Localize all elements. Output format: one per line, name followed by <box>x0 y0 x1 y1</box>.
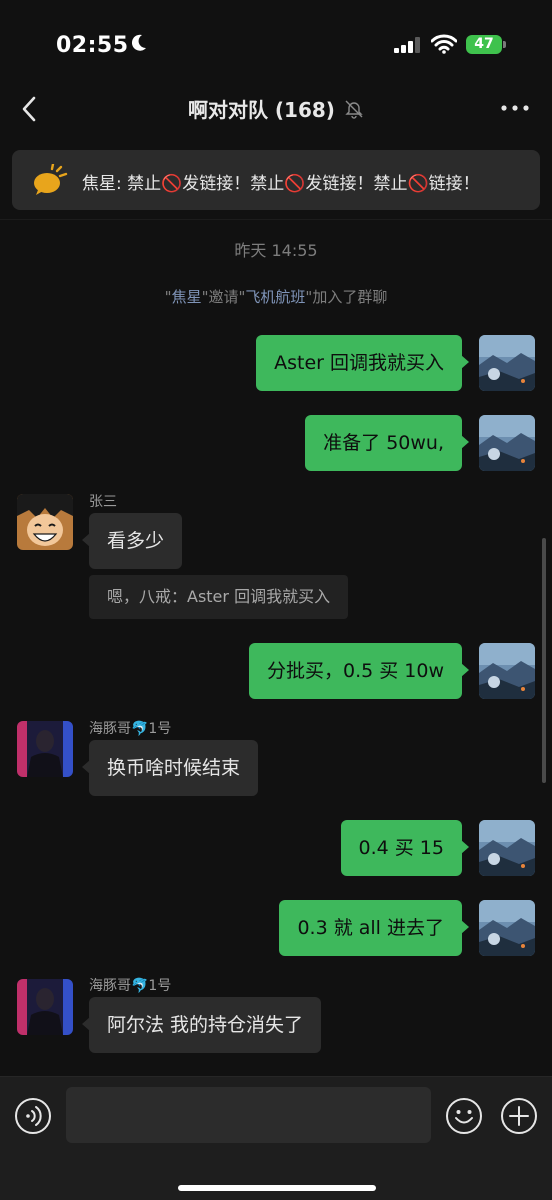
home-indicator <box>178 1185 376 1191</box>
sender-name: 海豚哥🐬1号 <box>89 978 172 994</box>
dark-avatar-image <box>17 721 73 777</box>
outgoing-bubble[interactable]: 0.3 就 all 进去了 <box>279 900 469 956</box>
chat-scrollbar[interactable] <box>542 538 546 783</box>
pinned-announcement[interactable]: 焦星: 禁止🚫发链接！禁止🚫发链接！禁止🚫链接！ <box>12 150 540 210</box>
landscape-avatar-image <box>479 643 535 699</box>
landscape-avatar-image <box>479 335 535 391</box>
landscape-avatar-image <box>479 900 535 956</box>
more-icon[interactable] <box>500 104 530 112</box>
message-input[interactable] <box>66 1087 431 1143</box>
nav-title-wrap: 啊对对队 (168) <box>0 94 552 124</box>
chat-title: 啊对对队 (168) <box>187 98 335 122</box>
user-avatar[interactable] <box>17 721 73 777</box>
nav-bar: 啊对对队 (168) <box>0 80 552 138</box>
quoted-reply[interactable]: 嗯，八戒：Aster 回调我就买入 <box>89 575 349 619</box>
system-message: "焦星"邀请"飞机航班"加入了群聊 <box>0 286 552 307</box>
wifi-icon <box>431 34 457 54</box>
user-avatar[interactable] <box>17 494 73 550</box>
input-bar <box>0 1076 552 1200</box>
system-tail: "加入了群聊 <box>305 288 388 306</box>
status-bar: 02:55 47 <box>0 0 552 80</box>
incoming-bubble[interactable]: 阿尔法 我的持仓消失了 <box>81 997 322 1053</box>
timestamp: 昨天 14:55 <box>234 241 318 260</box>
landscape-avatar-image <box>479 415 535 471</box>
emoji-icon[interactable] <box>445 1097 483 1135</box>
system-quote-open: " <box>164 288 172 306</box>
status-time: 02:55 <box>56 33 129 58</box>
announcement-icon <box>34 164 68 195</box>
voice-icon[interactable] <box>14 1097 52 1135</box>
sender-name: 张三 <box>89 494 117 510</box>
moon-icon <box>131 34 146 51</box>
landscape-avatar-image <box>479 820 535 876</box>
my-avatar[interactable] <box>479 643 535 699</box>
mute-icon <box>345 100 363 119</box>
chat-area[interactable]: 昨天 14:55 "焦星"邀请"飞机航班"加入了群聊 Aster 回调我就买入 … <box>0 220 552 1076</box>
system-inviter[interactable]: 焦星 <box>172 288 202 306</box>
incoming-bubble[interactable]: 换币啥时候结束 <box>81 740 259 796</box>
system-mid: "邀请" <box>201 288 246 306</box>
dark-avatar-image <box>17 979 73 1035</box>
cartoon-avatar-image <box>17 494 73 550</box>
outgoing-bubble[interactable]: 准备了 50wu, <box>305 415 469 471</box>
outgoing-bubble[interactable]: 分批买，0.5 买 10w <box>248 643 470 699</box>
incoming-bubble[interactable]: 看多少 <box>81 513 183 569</box>
outgoing-bubble[interactable]: Aster 回调我就买入 <box>256 335 469 391</box>
outgoing-bubble[interactable]: 0.4 买 15 <box>340 820 470 876</box>
pinned-text: 焦星: 禁止🚫发链接！禁止🚫发链接！禁止🚫链接！ <box>82 174 480 194</box>
my-avatar[interactable] <box>479 335 535 391</box>
battery-icon: 47 <box>466 35 506 54</box>
sender-name: 海豚哥🐬1号 <box>89 721 172 737</box>
user-avatar[interactable] <box>17 979 73 1035</box>
battery-level: 47 <box>474 36 494 52</box>
my-avatar[interactable] <box>479 820 535 876</box>
plus-icon[interactable] <box>500 1097 538 1135</box>
system-invitee[interactable]: 飞机航班 <box>245 288 305 306</box>
signal-icon <box>394 37 420 53</box>
my-avatar[interactable] <box>479 900 535 956</box>
my-avatar[interactable] <box>479 415 535 471</box>
